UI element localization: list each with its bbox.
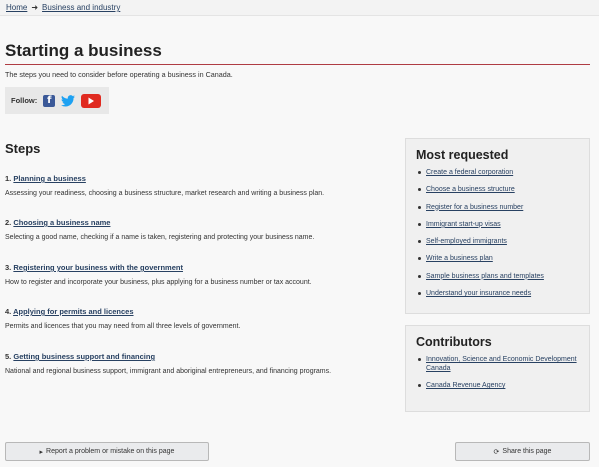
report-problem-label: Report a problem or mistake on this page bbox=[46, 448, 175, 455]
step-item: 5. Getting business support and financin… bbox=[5, 352, 395, 375]
step-item: 3. Registering your business with the go… bbox=[5, 263, 395, 286]
contributors-heading: Contributors bbox=[416, 335, 492, 349]
most-requested-link[interactable]: Choose a business structure bbox=[426, 186, 515, 193]
report-problem-button[interactable]: ▸ Report a problem or mistake on this pa… bbox=[5, 442, 209, 461]
step-number: 2. bbox=[5, 218, 12, 227]
step-item: 4. Applying for permits and licences Per… bbox=[5, 307, 395, 330]
contributors-panel: Contributors Innovation, Science and Eco… bbox=[405, 325, 590, 412]
step-description: Permits and licences that you may need f… bbox=[5, 323, 241, 330]
contributors-list: Innovation, Science and Economic Develop… bbox=[416, 355, 579, 390]
list-item: Understand your insurance needs bbox=[418, 289, 579, 298]
step-number: 3. bbox=[5, 263, 12, 272]
breadcrumb-section-link[interactable]: Business and industry bbox=[42, 3, 120, 12]
most-requested-link[interactable]: Self-employed immigrants bbox=[426, 238, 507, 245]
most-requested-link[interactable]: Write a business plan bbox=[426, 255, 493, 262]
share-button[interactable]: ⟳ Share this page bbox=[455, 442, 590, 461]
most-requested-panel: Most requested Create a federal corporat… bbox=[405, 138, 590, 314]
step-description: National and regional business support, … bbox=[5, 368, 332, 375]
list-item: Register for a business number bbox=[418, 203, 579, 212]
most-requested-link[interactable]: Sample business plans and templates bbox=[426, 273, 544, 280]
list-item: Self-employed immigrants bbox=[418, 237, 579, 246]
page-intro: The steps you need to consider before op… bbox=[5, 70, 233, 79]
step-item: 1. Planning a business Assessing your re… bbox=[5, 174, 395, 197]
most-requested-link[interactable]: Understand your insurance needs bbox=[426, 290, 531, 297]
caret-right-icon: ▸ bbox=[39, 448, 44, 456]
share-icon: ⟳ bbox=[493, 448, 500, 456]
title-divider bbox=[5, 64, 590, 65]
contributor-link[interactable]: Canada Revenue Agency bbox=[426, 382, 505, 389]
list-item: Create a federal corporation bbox=[418, 168, 579, 177]
most-requested-list: Create a federal corporation Choose a bu… bbox=[416, 168, 579, 298]
steps-heading: Steps bbox=[5, 141, 41, 156]
step-description: How to register and incorporate your bus… bbox=[5, 279, 312, 286]
step-title: 1. Planning a business bbox=[5, 174, 395, 183]
list-item: Sample business plans and templates bbox=[418, 272, 579, 281]
step-title: 4. Applying for permits and licences bbox=[5, 307, 395, 316]
twitter-icon[interactable] bbox=[61, 94, 76, 107]
step-title: 2. Choosing a business name bbox=[5, 218, 395, 227]
most-requested-heading: Most requested bbox=[416, 148, 509, 162]
breadcrumb-home-link[interactable]: Home bbox=[6, 3, 27, 12]
breadcrumb-arrow-icon: ➜ bbox=[31, 3, 39, 12]
follow-label: Follow: bbox=[11, 96, 38, 105]
list-item: Immigrant start-up visas bbox=[418, 220, 579, 229]
step-description: Assessing your readiness, choosing a bus… bbox=[5, 190, 325, 197]
most-requested-link[interactable]: Immigrant start-up visas bbox=[426, 221, 501, 228]
step-number: 4. bbox=[5, 307, 12, 316]
step-title: 5. Getting business support and financin… bbox=[5, 352, 395, 361]
step-link-business-name[interactable]: Choosing a business name bbox=[13, 218, 110, 227]
step-number: 5. bbox=[5, 352, 12, 361]
breadcrumb: Home ➜ Business and industry bbox=[6, 3, 120, 12]
most-requested-link[interactable]: Create a federal corporation bbox=[426, 169, 513, 176]
step-link-permits[interactable]: Applying for permits and licences bbox=[13, 307, 133, 316]
contributor-link[interactable]: Innovation, Science and Economic Develop… bbox=[426, 356, 577, 372]
list-item: Choose a business structure bbox=[418, 185, 579, 194]
list-item: Canada Revenue Agency bbox=[418, 381, 579, 390]
step-link-planning[interactable]: Planning a business bbox=[13, 174, 86, 183]
most-requested-link[interactable]: Register for a business number bbox=[426, 204, 523, 211]
step-item: 2. Choosing a business name Selecting a … bbox=[5, 218, 395, 241]
page-title: Starting a business bbox=[5, 41, 162, 60]
step-link-registering[interactable]: Registering your business with the gover… bbox=[13, 263, 183, 272]
follow-bar: Follow: f bbox=[5, 87, 109, 114]
step-number: 1. bbox=[5, 174, 12, 183]
step-link-support-financing[interactable]: Getting business support and financing bbox=[13, 352, 155, 361]
facebook-icon[interactable]: f bbox=[43, 94, 56, 107]
top-bar: Home ➜ Business and industry bbox=[0, 0, 599, 16]
youtube-icon[interactable] bbox=[81, 93, 102, 108]
step-title: 3. Registering your business with the go… bbox=[5, 263, 395, 272]
share-label: Share this page bbox=[502, 448, 552, 455]
list-item: Write a business plan bbox=[418, 254, 579, 263]
step-description: Selecting a good name, checking if a nam… bbox=[5, 234, 315, 241]
list-item: Innovation, Science and Economic Develop… bbox=[418, 355, 579, 373]
